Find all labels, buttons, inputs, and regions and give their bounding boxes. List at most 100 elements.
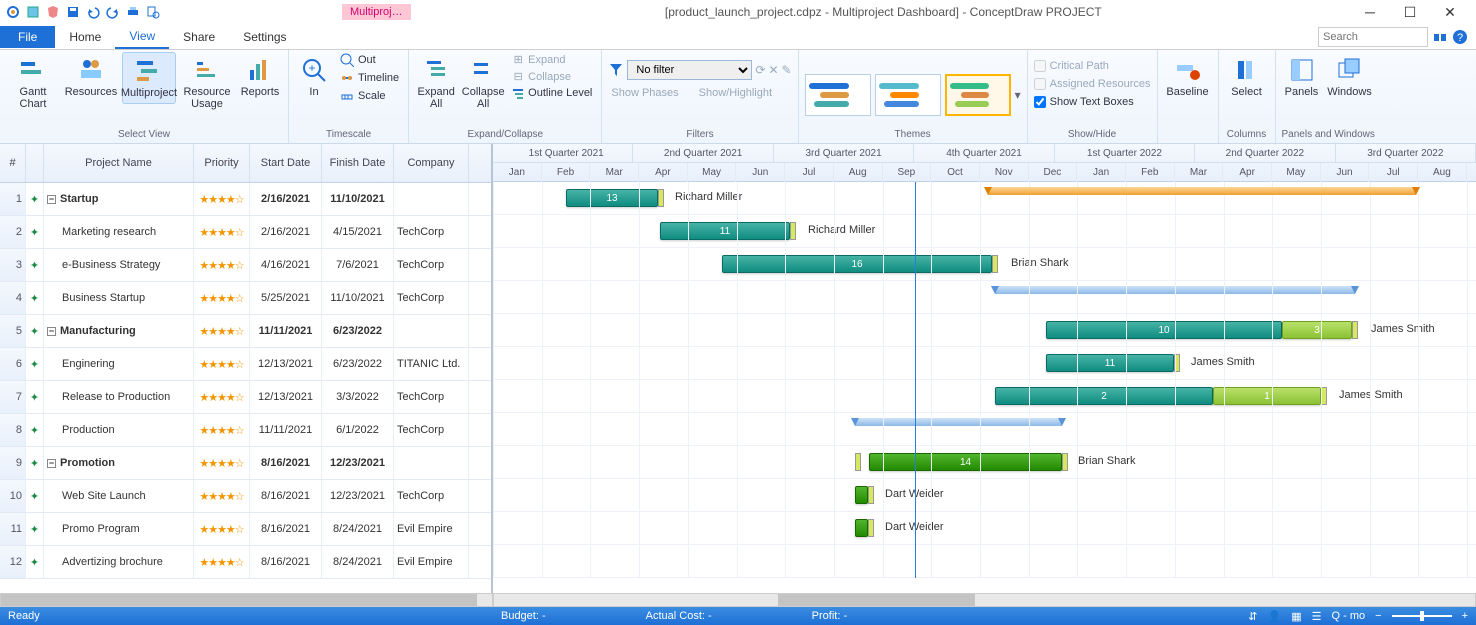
windows-button[interactable]: Windows [1326, 52, 1374, 102]
row-company[interactable]: Evil Empire [394, 513, 469, 545]
expand-toggle[interactable]: − [47, 195, 56, 204]
gantt-row[interactable]: Dart Weider [493, 479, 1476, 512]
qat-save-icon[interactable] [64, 3, 82, 21]
table-row[interactable]: 12✦Advertizing brochure★★★★☆8/16/20218/2… [0, 546, 491, 579]
row-name[interactable]: Production [44, 414, 194, 446]
table-row[interactable]: 9✦−Promotion★★★★☆8/16/202112/23/2021 [0, 447, 491, 480]
table-row[interactable]: 3✦e-Business Strategy★★★★☆4/16/20217/6/2… [0, 249, 491, 282]
zoom-slider[interactable] [1392, 615, 1452, 617]
row-company[interactable] [394, 447, 469, 479]
show-text-boxes-checkbox[interactable]: Show Text Boxes [1034, 96, 1134, 108]
row-name[interactable]: −Promotion [44, 447, 194, 479]
status-zoom[interactable]: Q - mo [1332, 610, 1366, 622]
summary-bar[interactable] [855, 418, 1062, 426]
task-bar[interactable]: 2 [995, 387, 1213, 405]
row-name[interactable]: −Manufacturing [44, 315, 194, 347]
row-priority[interactable]: ★★★★☆ [194, 480, 250, 512]
row-finish[interactable]: 11/10/2021 [322, 282, 394, 314]
row-name[interactable]: −Startup [44, 183, 194, 215]
theme-2[interactable] [875, 74, 941, 116]
row-finish[interactable]: 12/23/2021 [322, 480, 394, 512]
row-start[interactable]: 11/11/2021 [250, 315, 322, 347]
row-company[interactable]: TechCorp [394, 480, 469, 512]
gantt-row[interactable] [493, 281, 1476, 314]
menu-view[interactable]: View [115, 25, 169, 49]
menu-share[interactable]: Share [169, 26, 229, 48]
scale-button[interactable]: Scale [337, 88, 402, 104]
qat-target-icon[interactable] [4, 3, 22, 21]
gantt-row[interactable]: 21James Smith [493, 380, 1476, 413]
refresh-icon[interactable]: ⟳ [755, 63, 765, 77]
row-start[interactable]: 11/11/2021 [250, 414, 322, 446]
binoculars-icon[interactable] [1432, 29, 1448, 45]
table-row[interactable]: 8✦Production★★★★☆11/11/20216/1/2022TechC… [0, 414, 491, 447]
zoom-in-button[interactable]: +In [295, 52, 333, 102]
resources-button[interactable]: Resources [64, 52, 118, 102]
qat-shield-icon[interactable] [44, 3, 62, 21]
status-icon-1[interactable]: ⇵ [1248, 610, 1257, 623]
document-tab[interactable]: Multiproj… [342, 4, 411, 20]
row-finish[interactable]: 11/10/2021 [322, 183, 394, 215]
status-icon-3[interactable]: ▦ [1291, 610, 1301, 623]
task-bar[interactable]: 11 [660, 222, 790, 240]
gantt-row[interactable]: 16Brian Shark [493, 248, 1476, 281]
row-priority[interactable]: ★★★★☆ [194, 546, 250, 578]
table-row[interactable]: 7✦Release to Production★★★★☆12/13/20213/… [0, 381, 491, 414]
th-indicator[interactable] [26, 144, 44, 182]
row-priority[interactable]: ★★★★☆ [194, 216, 250, 248]
table-row[interactable]: 1✦−Startup★★★★☆2/16/202111/10/2021 [0, 183, 491, 216]
task-bar[interactable] [855, 486, 868, 504]
table-row[interactable]: 5✦−Manufacturing★★★★☆11/11/20216/23/2022 [0, 315, 491, 348]
zoom-in-status[interactable]: + [1462, 610, 1468, 622]
row-start[interactable]: 2/16/2021 [250, 216, 322, 248]
th-num[interactable]: # [0, 144, 26, 182]
table-scrollbar[interactable] [0, 593, 493, 607]
maximize-button[interactable]: ☐ [1396, 2, 1424, 22]
row-company[interactable]: TechCorp [394, 216, 469, 248]
collapse-all-button[interactable]: Collapse All [461, 52, 505, 114]
row-finish[interactable]: 12/23/2021 [322, 447, 394, 479]
multiproject-button[interactable]: Multiproject [122, 52, 176, 104]
row-start[interactable]: 8/16/2021 [250, 480, 322, 512]
task-bar[interactable]: 16 [722, 255, 992, 273]
minimize-button[interactable]: ─ [1356, 2, 1384, 22]
row-finish[interactable]: 6/23/2022 [322, 348, 394, 380]
reports-button[interactable]: Reports [238, 52, 282, 102]
th-start[interactable]: Start Date [250, 144, 322, 182]
th-priority[interactable]: Priority [194, 144, 250, 182]
gantt-body[interactable]: 13Richard Miller11Richard Miller16Brian … [493, 182, 1476, 578]
row-start[interactable]: 8/16/2021 [250, 546, 322, 578]
row-priority[interactable]: ★★★★☆ [194, 183, 250, 215]
row-start[interactable]: 5/25/2021 [250, 282, 322, 314]
row-company[interactable] [394, 315, 469, 347]
edit-icon[interactable]: ✎ [782, 63, 792, 77]
zoom-out-button[interactable]: Out [337, 52, 402, 68]
task-bar-tail[interactable]: 3 [1282, 321, 1352, 339]
row-finish[interactable]: 7/6/2021 [322, 249, 394, 281]
row-finish[interactable]: 8/24/2021 [322, 546, 394, 578]
row-company[interactable]: Evil Empire [394, 546, 469, 578]
resource-usage-button[interactable]: Resource Usage [180, 52, 234, 114]
menu-file[interactable]: File [0, 26, 55, 48]
row-name[interactable]: Business Startup [44, 282, 194, 314]
task-bar-tail[interactable]: 1 [1213, 387, 1321, 405]
row-start[interactable]: 4/16/2021 [250, 249, 322, 281]
delete-icon[interactable]: ✕ [768, 63, 778, 77]
task-bar[interactable]: 13 [566, 189, 658, 207]
row-finish[interactable]: 8/24/2021 [322, 513, 394, 545]
qat-redo-icon[interactable] [104, 3, 122, 21]
row-name[interactable]: Marketing research [44, 216, 194, 248]
row-priority[interactable]: ★★★★☆ [194, 249, 250, 281]
gantt-row[interactable]: 14Brian Shark [493, 446, 1476, 479]
task-bar[interactable]: 14 [869, 453, 1062, 471]
gantt-chart[interactable]: 1st Quarter 20212nd Quarter 20213rd Quar… [493, 144, 1476, 593]
row-priority[interactable]: ★★★★☆ [194, 447, 250, 479]
close-button[interactable]: ✕ [1436, 2, 1464, 22]
table-row[interactable]: 10✦Web Site Launch★★★★☆8/16/202112/23/20… [0, 480, 491, 513]
qat-preview-icon[interactable] [144, 3, 162, 21]
row-company[interactable] [394, 183, 469, 215]
gantt-row[interactable]: 11Richard Miller [493, 215, 1476, 248]
outline-level-button[interactable]: Outline Level [509, 86, 595, 100]
row-name[interactable]: Release to Production [44, 381, 194, 413]
row-start[interactable]: 12/13/2021 [250, 381, 322, 413]
